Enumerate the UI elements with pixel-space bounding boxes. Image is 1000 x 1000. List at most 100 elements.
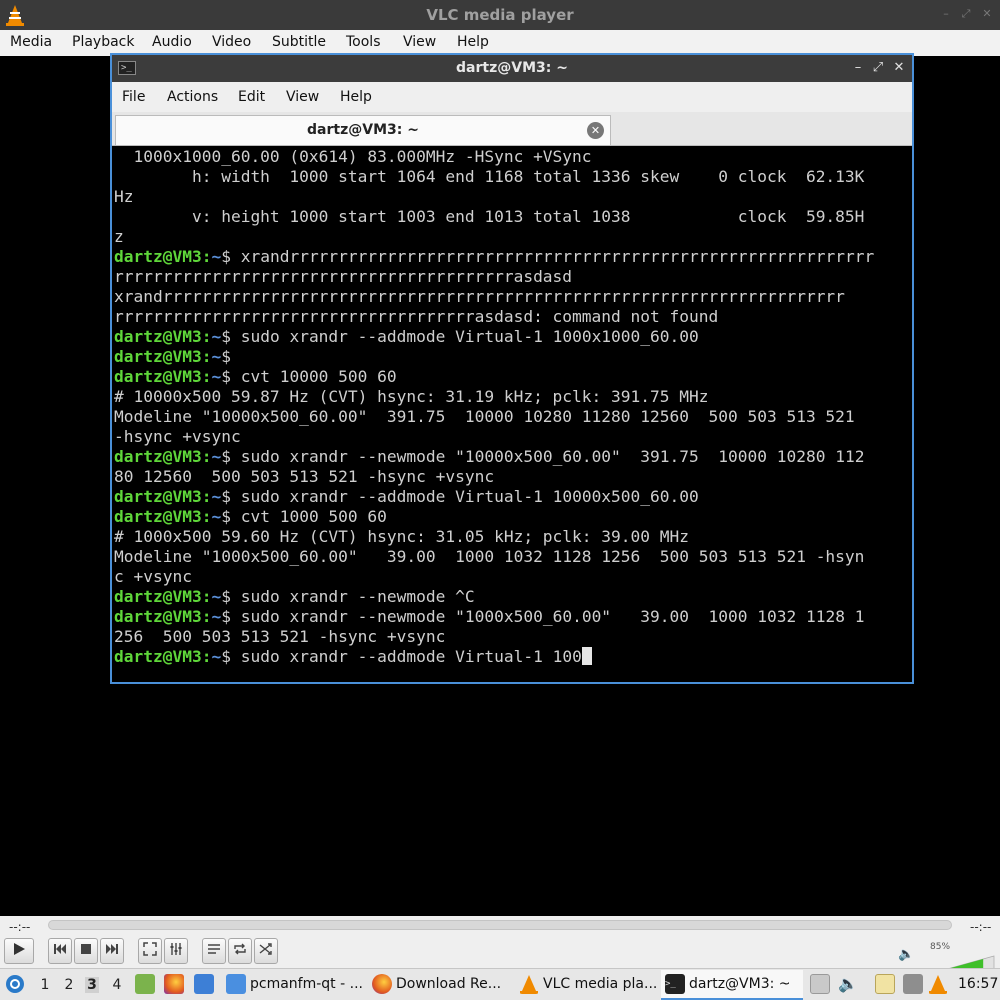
terminal-output-line: v: height 1000 start 1003 end 1013 total… bbox=[114, 207, 864, 227]
terminal-menu-help[interactable]: Help bbox=[340, 89, 372, 105]
line-text: h: width 1000 start 1064 end 1168 total … bbox=[114, 167, 865, 186]
workspace-4[interactable]: 4 bbox=[110, 977, 124, 993]
terminal-output-line: z bbox=[114, 227, 124, 247]
terminal-menu-actions[interactable]: Actions bbox=[167, 89, 218, 105]
minimize-icon[interactable]: – bbox=[940, 8, 952, 20]
task-terminal[interactable]: >_ dartz@VM3: ~ bbox=[661, 970, 803, 1000]
line-text: 1000x1000_60.00 (0x614) 83.000MHz -HSync… bbox=[114, 147, 592, 166]
line-text: -hsync +vsync bbox=[114, 427, 241, 446]
prompt-separator: : bbox=[201, 347, 212, 366]
terminal-output-line: c +vsync bbox=[114, 567, 192, 587]
terminal-minimize-icon[interactable]: – bbox=[850, 59, 866, 77]
terminal-tab-label: dartz@VM3: ~ bbox=[307, 122, 419, 138]
menu-tools[interactable]: Tools bbox=[346, 34, 381, 50]
prompt-user: dartz@VM3 bbox=[114, 607, 202, 626]
terminal-task-icon: >_ bbox=[665, 974, 685, 994]
terminal-output[interactable]: 1000x1000_60.00 (0x614) 83.000MHz -HSync… bbox=[114, 147, 910, 682]
menu-subtitle[interactable]: Subtitle bbox=[272, 34, 326, 50]
previous-icon bbox=[54, 944, 66, 954]
next-button[interactable] bbox=[100, 938, 124, 964]
eject-icon[interactable] bbox=[810, 974, 830, 994]
terminal-output-line: 256 500 503 513 521 -hsync +vsync bbox=[114, 627, 445, 647]
prompt-path: ~ bbox=[211, 487, 222, 506]
line-text: sudo xrandr --newmode ^C bbox=[240, 587, 475, 606]
vlc-tray-icon[interactable] bbox=[928, 974, 948, 994]
shuffle-icon bbox=[259, 943, 272, 955]
terminal-output-line: rrrrrrrrrrrrrrrrrrrrrrrrrrrrrrrrrrrrrrrr… bbox=[114, 267, 572, 287]
menu-audio[interactable]: Audio bbox=[152, 34, 192, 50]
terminal-output-line: Hz bbox=[114, 187, 134, 207]
tab-close-icon[interactable]: ✕ bbox=[587, 122, 604, 139]
terminal-command-line: dartz@VM3:~$ sudo xrandr --newmode ^C bbox=[114, 587, 475, 607]
workspace-1[interactable]: 1 bbox=[38, 977, 52, 993]
start-menu-icon[interactable] bbox=[5, 974, 25, 994]
workspace-2[interactable]: 2 bbox=[62, 977, 76, 993]
terminal-menu-edit[interactable]: Edit bbox=[238, 89, 265, 105]
menu-video[interactable]: Video bbox=[212, 34, 251, 50]
equalizer-icon bbox=[170, 943, 182, 955]
close-icon[interactable]: ✕ bbox=[981, 8, 993, 20]
task-firefox[interactable]: Download Re... bbox=[368, 970, 510, 1000]
file-manager-launcher-icon[interactable] bbox=[135, 974, 155, 994]
prompt-separator: : bbox=[201, 487, 212, 506]
line-text: # 10000x500 59.87 Hz (CVT) hsync: 31.19 … bbox=[114, 387, 709, 406]
terminal-command-line: dartz@VM3:~$ cvt 10000 500 60 bbox=[114, 367, 397, 387]
maximize-icon[interactable]: ⤢ bbox=[960, 8, 972, 20]
terminal-command-line: dartz@VM3:~$ sudo xrandr --newmode "1000… bbox=[114, 607, 864, 627]
workspace-3[interactable]: 3 bbox=[85, 977, 99, 993]
prompt-user: dartz@VM3 bbox=[114, 587, 202, 606]
fullscreen-button[interactable] bbox=[138, 938, 162, 964]
prompt-path: ~ bbox=[211, 347, 222, 366]
clipboard-icon[interactable] bbox=[875, 974, 895, 994]
volume-tray-icon[interactable]: 🔈 bbox=[838, 974, 858, 993]
task-vlc[interactable]: VLC media pla... bbox=[515, 970, 657, 1000]
playlist-button[interactable] bbox=[202, 938, 226, 964]
line-text: cvt 10000 500 60 bbox=[240, 367, 397, 386]
time-elapsed: --:-- bbox=[9, 920, 31, 934]
speaker-icon[interactable]: 🔈 bbox=[898, 947, 914, 962]
terminal-menu-view[interactable]: View bbox=[286, 89, 319, 105]
line-text: xrandrrrrrrrrrrrrrrrrrrrrrrrrrrrrrrrrrrr… bbox=[240, 247, 875, 266]
terminal-output-line: Modeline "10000x500_60.00" 391.75 10000 … bbox=[114, 407, 855, 427]
playlist-icon bbox=[208, 944, 220, 954]
terminal-titlebar[interactable]: >_ dartz@VM3: ~ – ⤢ ✕ bbox=[112, 55, 912, 82]
prompt-dollar: $ bbox=[221, 507, 241, 526]
task-pcmanfm[interactable]: pcmanfm-qt - ... bbox=[222, 970, 363, 1000]
line-text: sudo xrandr --newmode "10000x500_60.00" … bbox=[240, 447, 865, 466]
desktop-launcher-icon[interactable] bbox=[194, 974, 214, 994]
terminal-tab[interactable]: dartz@VM3: ~ ✕ bbox=[115, 115, 611, 145]
previous-button[interactable] bbox=[48, 938, 72, 964]
prompt-dollar: $ bbox=[221, 347, 241, 366]
menu-playback[interactable]: Playback bbox=[72, 34, 134, 50]
terminal-command-line: dartz@VM3:~$ sudo xrandr --addmode Virtu… bbox=[114, 327, 699, 347]
menu-media[interactable]: Media bbox=[10, 34, 52, 50]
play-button[interactable] bbox=[4, 938, 34, 964]
extended-settings-button[interactable] bbox=[164, 938, 188, 964]
shuffle-button[interactable] bbox=[254, 938, 278, 964]
terminal-menu-file[interactable]: File bbox=[122, 89, 145, 105]
prompt-path: ~ bbox=[211, 587, 222, 606]
terminal-maximize-icon[interactable]: ⤢ bbox=[870, 59, 886, 77]
folder-icon bbox=[226, 974, 246, 994]
menu-help[interactable]: Help bbox=[457, 34, 489, 50]
prompt-user: dartz@VM3 bbox=[114, 247, 202, 266]
line-text: xrandrrrrrrrrrrrrrrrrrrrrrrrrrrrrrrrrrrr… bbox=[114, 287, 845, 306]
task-label: dartz@VM3: ~ bbox=[689, 976, 791, 992]
terminal-close-icon[interactable]: ✕ bbox=[891, 59, 907, 77]
terminal-window: >_ dartz@VM3: ~ – ⤢ ✕ File Actions Edit … bbox=[110, 53, 914, 684]
firefox-launcher-icon[interactable] bbox=[164, 974, 184, 994]
stop-button[interactable] bbox=[74, 938, 98, 964]
vlc-window-title: VLC media player bbox=[426, 6, 574, 24]
terminal-output-line: # 1000x500 59.60 Hz (CVT) hsync: 31.05 k… bbox=[114, 527, 689, 547]
network-icon[interactable] bbox=[903, 974, 923, 994]
clock: 16:57 bbox=[958, 976, 999, 992]
task-label: pcmanfm-qt - ... bbox=[250, 976, 363, 992]
terminal-command-line: dartz@VM3:~$ sudo xrandr --addmode Virtu… bbox=[114, 487, 699, 507]
line-text: sudo xrandr --addmode Virtual-1 1000x100… bbox=[240, 327, 699, 346]
prompt-dollar: $ bbox=[221, 367, 241, 386]
terminal-output-line: Modeline "1000x500_60.00" 39.00 1000 103… bbox=[114, 547, 864, 567]
prompt-user: dartz@VM3 bbox=[114, 367, 202, 386]
loop-button[interactable] bbox=[228, 938, 252, 964]
menu-view[interactable]: View bbox=[403, 34, 436, 50]
seek-slider[interactable] bbox=[48, 920, 952, 930]
